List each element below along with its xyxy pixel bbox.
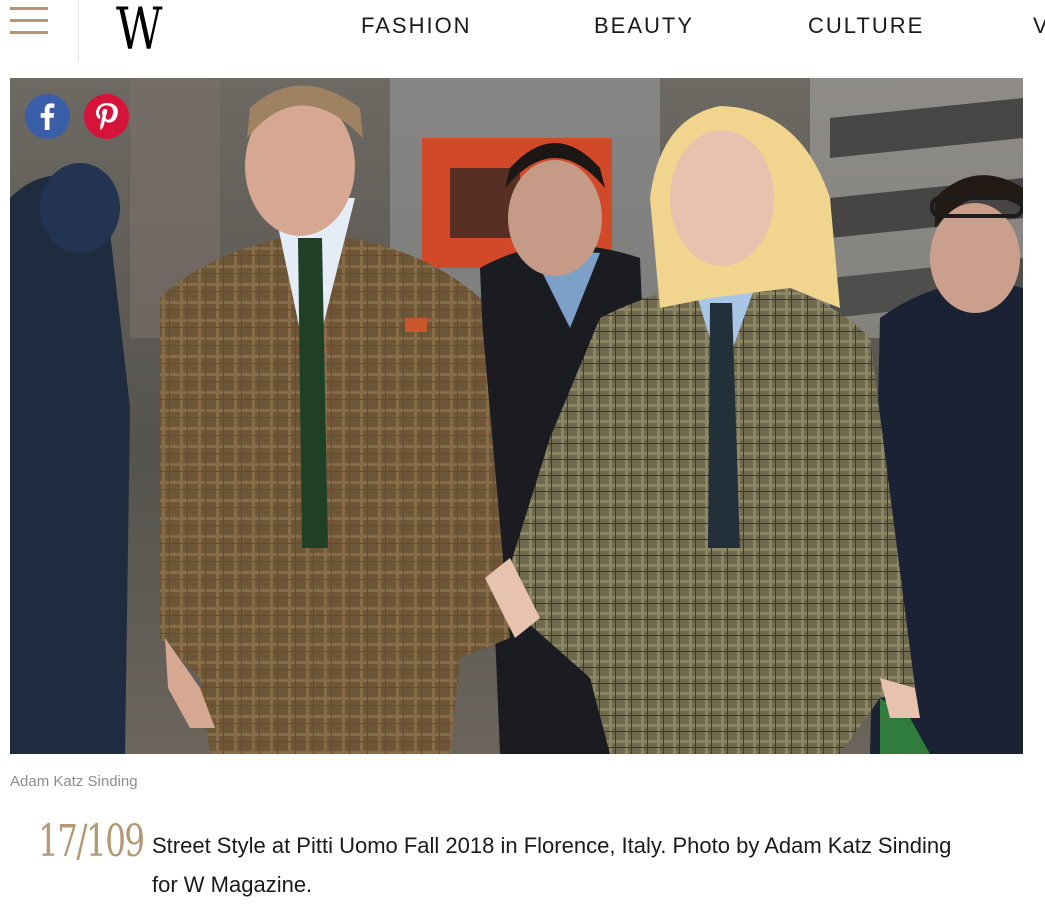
pinterest-icon — [96, 103, 118, 131]
nav-item-truncated[interactable]: V — [1033, 13, 1045, 39]
slide-counter: 17/109 — [38, 816, 145, 867]
slide-caption: Street Style at Pitti Uomo Fall 2018 in … — [152, 833, 952, 897]
nav-item-beauty[interactable]: BEAUTY — [594, 13, 694, 39]
header-divider — [78, 0, 79, 62]
hamburger-menu-icon[interactable] — [10, 7, 50, 39]
slideshow-photo[interactable] — [10, 78, 1023, 754]
nav-item-fashion[interactable]: FASHION — [361, 13, 472, 39]
photo-credit: Adam Katz Sinding — [10, 773, 138, 790]
nav-item-culture[interactable]: CULTURE — [808, 13, 924, 39]
facebook-share-button[interactable] — [25, 94, 70, 139]
facebook-icon — [40, 103, 55, 130]
site-header: W FASHION BEAUTY CULTURE V — [0, 0, 1045, 62]
site-logo[interactable]: W — [116, 0, 162, 60]
pinterest-share-button[interactable] — [84, 94, 129, 139]
